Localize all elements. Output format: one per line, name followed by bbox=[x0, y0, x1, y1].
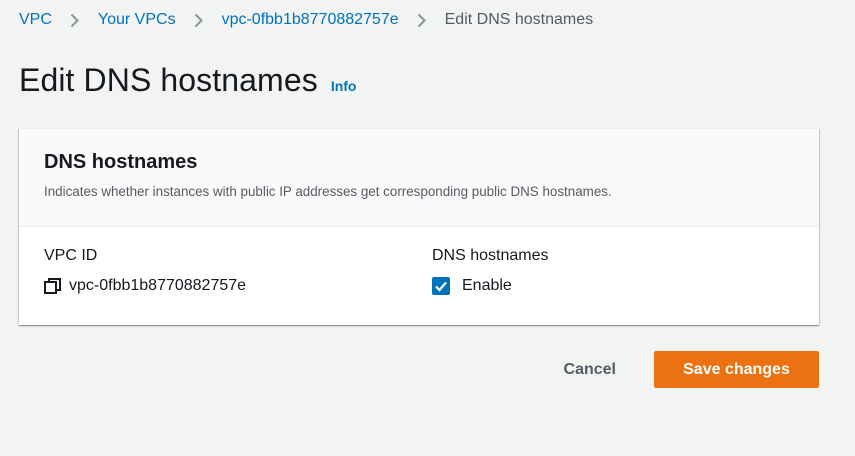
breadcrumb-your-vpcs[interactable]: Your VPCs bbox=[98, 11, 176, 29]
container-description: Indicates whether instances with public … bbox=[44, 184, 612, 199]
checkmark-icon bbox=[435, 281, 447, 292]
chevron-right-icon bbox=[193, 13, 205, 28]
enable-checkbox-row[interactable]: Enable bbox=[432, 277, 512, 295]
vpc-id-value: vpc-0fbb1b8770882757e bbox=[69, 277, 247, 294]
page-header: Edit DNS hostnames Info bbox=[19, 62, 356, 99]
dns-hostnames-container: DNS hostnames Indicates whether instance… bbox=[19, 128, 819, 325]
save-changes-button[interactable]: Save changes bbox=[654, 351, 819, 388]
container-header: DNS hostnames Indicates whether instance… bbox=[19, 129, 819, 227]
chevron-right-icon bbox=[416, 13, 428, 28]
container-title: DNS hostnames bbox=[44, 151, 198, 173]
vpc-id-value-row: vpc-0fbb1b8770882757e bbox=[44, 277, 246, 295]
vpc-id-label: VPC ID bbox=[44, 247, 98, 264]
chevron-right-icon bbox=[69, 13, 81, 28]
cancel-button[interactable]: Cancel bbox=[564, 351, 616, 388]
form-actions: Cancel Save changes bbox=[564, 351, 819, 388]
breadcrumb-current: Edit DNS hostnames bbox=[444, 11, 594, 28]
breadcrumb-vpc[interactable]: VPC bbox=[19, 11, 52, 29]
info-link[interactable]: Info bbox=[331, 78, 357, 94]
copy-icon[interactable] bbox=[44, 277, 62, 295]
breadcrumb-vpc-id[interactable]: vpc-0fbb1b8770882757e bbox=[222, 11, 399, 29]
page-title: Edit DNS hostnames bbox=[19, 62, 318, 98]
enable-checkbox[interactable] bbox=[432, 277, 450, 295]
container-body: VPC ID vpc-0fbb1b8770882757e DNS hostnam… bbox=[19, 227, 819, 325]
dns-hostnames-label: DNS hostnames bbox=[432, 247, 549, 264]
breadcrumb: VPC Your VPCs vpc-0fbb1b8770882757e Edit… bbox=[19, 10, 593, 30]
enable-checkbox-label[interactable]: Enable bbox=[462, 277, 512, 295]
